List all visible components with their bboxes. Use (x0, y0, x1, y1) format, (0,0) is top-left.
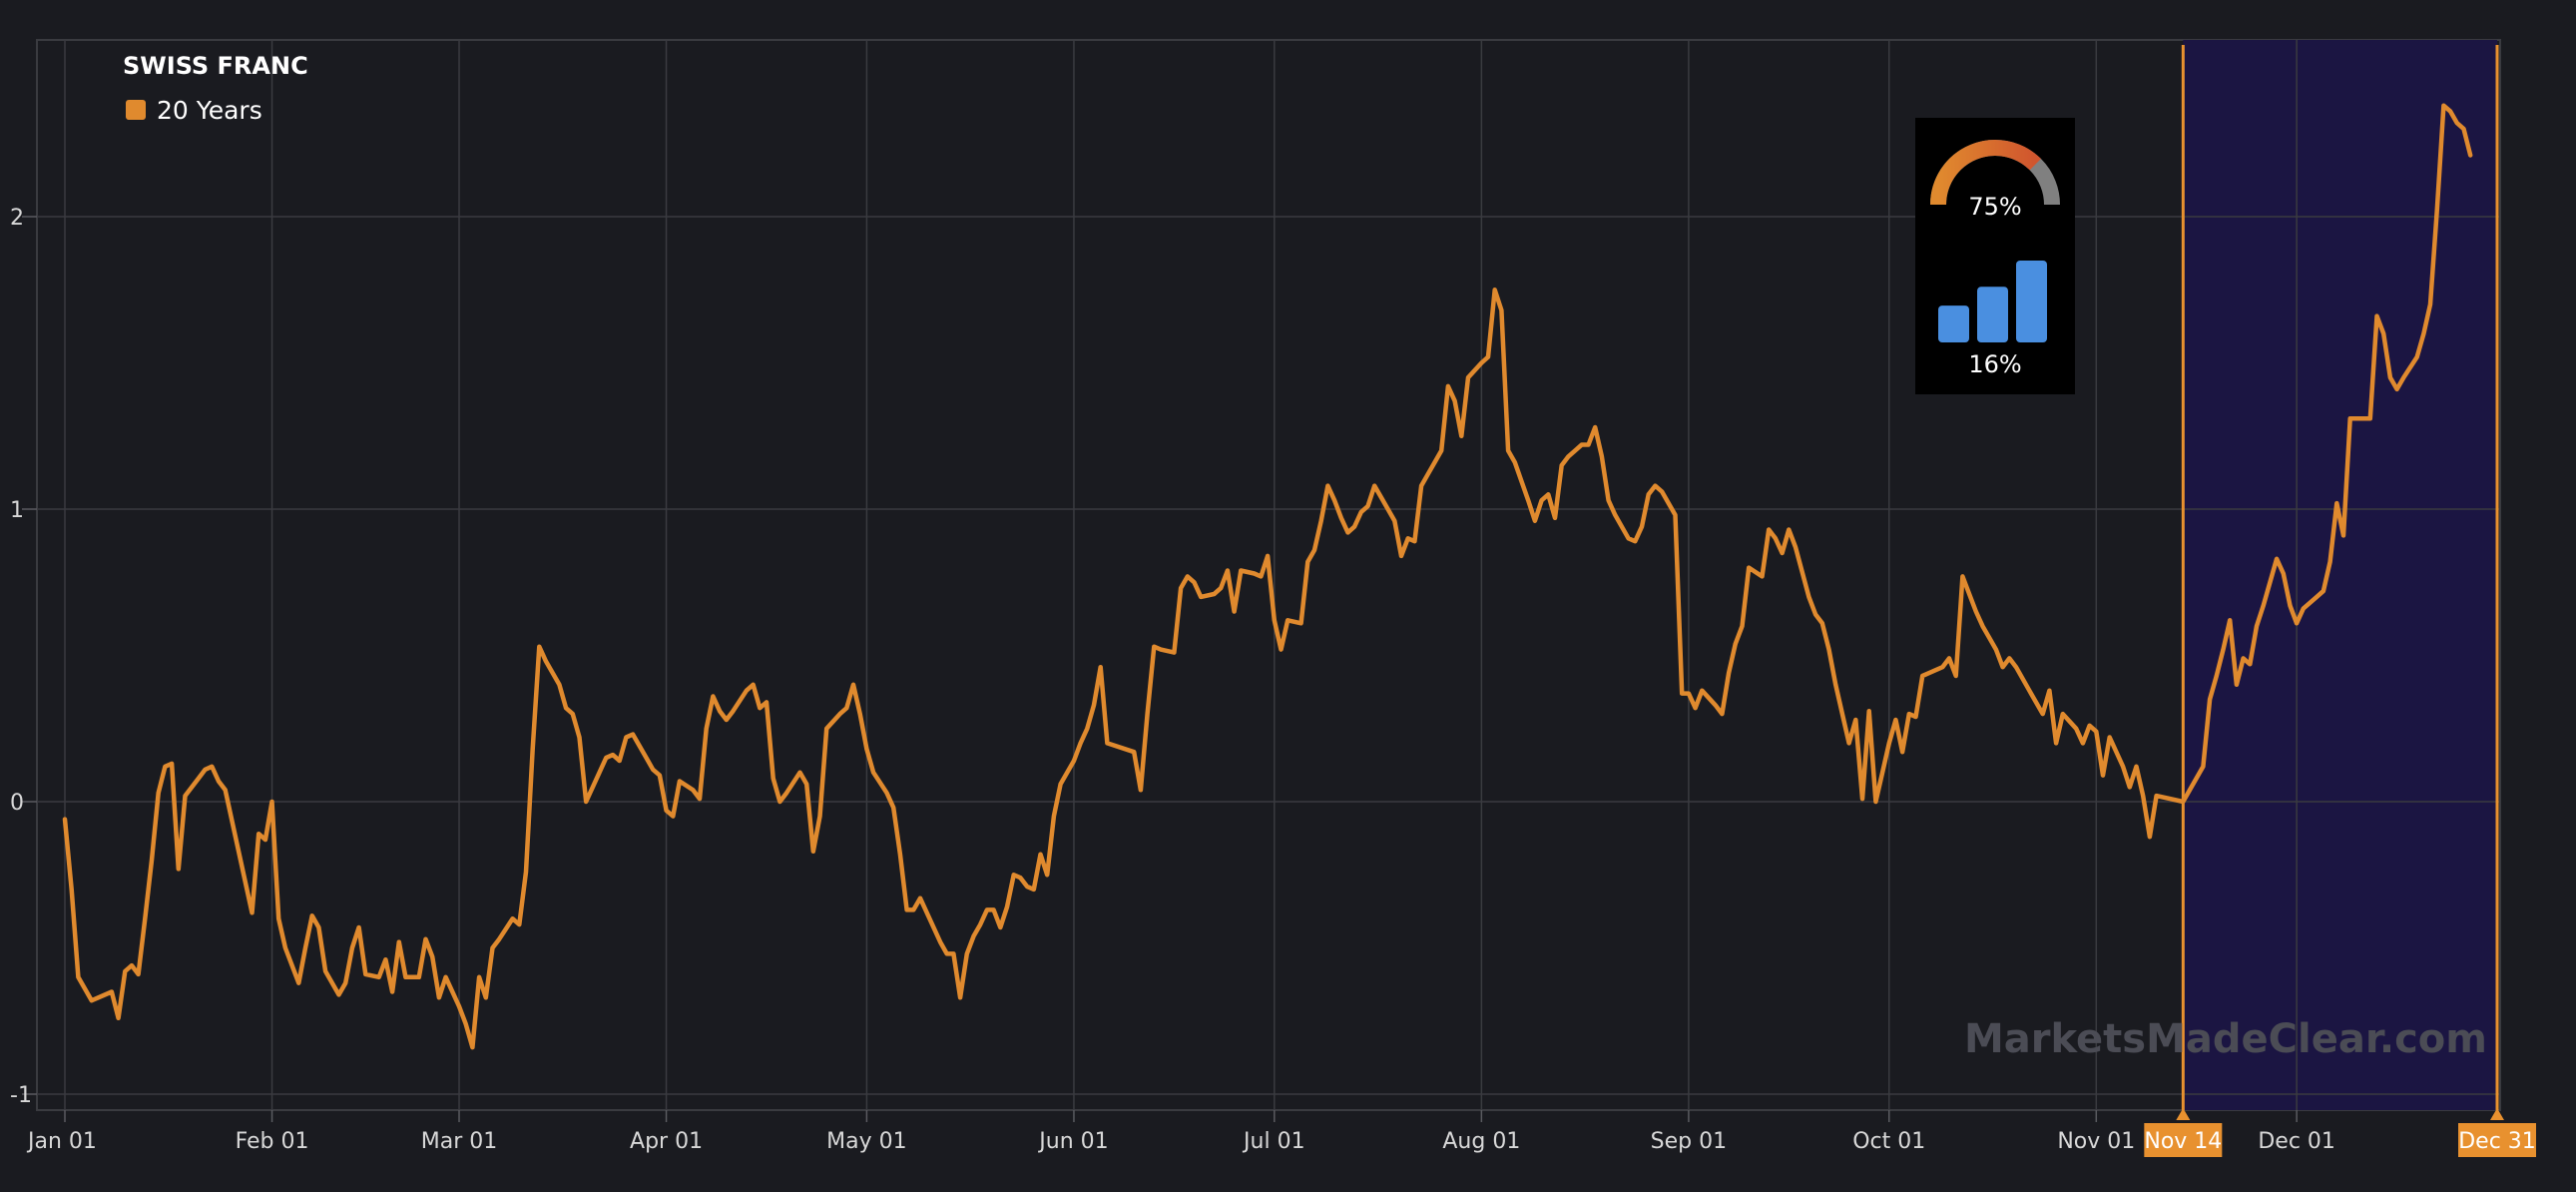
range-start-marker-label: Nov 14 (2144, 1129, 2222, 1154)
x-axis-labels: Jan 01 Feb 01 Mar 01 Apr 01 May 01 Jun 01 Jul … (26, 1129, 2335, 1154)
legend-item-20-years[interactable]: 20 Years (126, 96, 262, 125)
y-tick-label: -1 (10, 1083, 32, 1108)
y-axis-labels: -1 0 1 2 (10, 206, 32, 1108)
y-tick-label: 2 (10, 206, 24, 231)
watermark: MarketsMadeClear.com (1964, 1016, 2487, 1062)
gauge-widget: 75% 16% (1915, 118, 2075, 394)
gauge-bar (1938, 305, 1969, 342)
x-tick-label: Mar 01 (421, 1129, 498, 1154)
x-tick-label: Jul 01 (1242, 1129, 1305, 1154)
gauge-bar (1977, 287, 2008, 342)
x-tick-label: May 01 (826, 1129, 906, 1154)
chart-title: SWISS FRANC (123, 52, 308, 80)
x-tick-label: Apr 01 (630, 1129, 703, 1154)
range-end-marker-label: Dec 31 (2458, 1129, 2536, 1154)
legend-swatch (126, 100, 146, 120)
bars-value: 16% (1968, 350, 2021, 378)
chart: -1 0 1 2 Jan 01 Feb 01 Mar 01 Apr 01 May 01 Jun … (10, 39, 2536, 1157)
series-line-20-years (62, 103, 2473, 1050)
legend-label: 20 Years (157, 96, 262, 125)
gauge-bar (2016, 261, 2047, 342)
x-tick-label: Dec 01 (2258, 1129, 2335, 1154)
highlight-band (2183, 40, 2497, 1110)
gauge-value: 75% (1968, 193, 2021, 221)
x-tick-label: Feb 01 (236, 1129, 309, 1154)
x-tick-label: Jan 01 (26, 1129, 97, 1154)
x-tick-label: Aug 01 (1442, 1129, 1520, 1154)
x-tick-label: Nov 01 (2057, 1129, 2135, 1154)
x-tick-label: Oct 01 (1852, 1129, 1925, 1154)
y-tick-label: 0 (10, 791, 24, 816)
y-tick-label: 1 (10, 498, 24, 523)
y-grid (22, 216, 2500, 1095)
x-tick-label: Jun 01 (1037, 1129, 1108, 1154)
x-tick-label: Sep 01 (1651, 1129, 1727, 1154)
